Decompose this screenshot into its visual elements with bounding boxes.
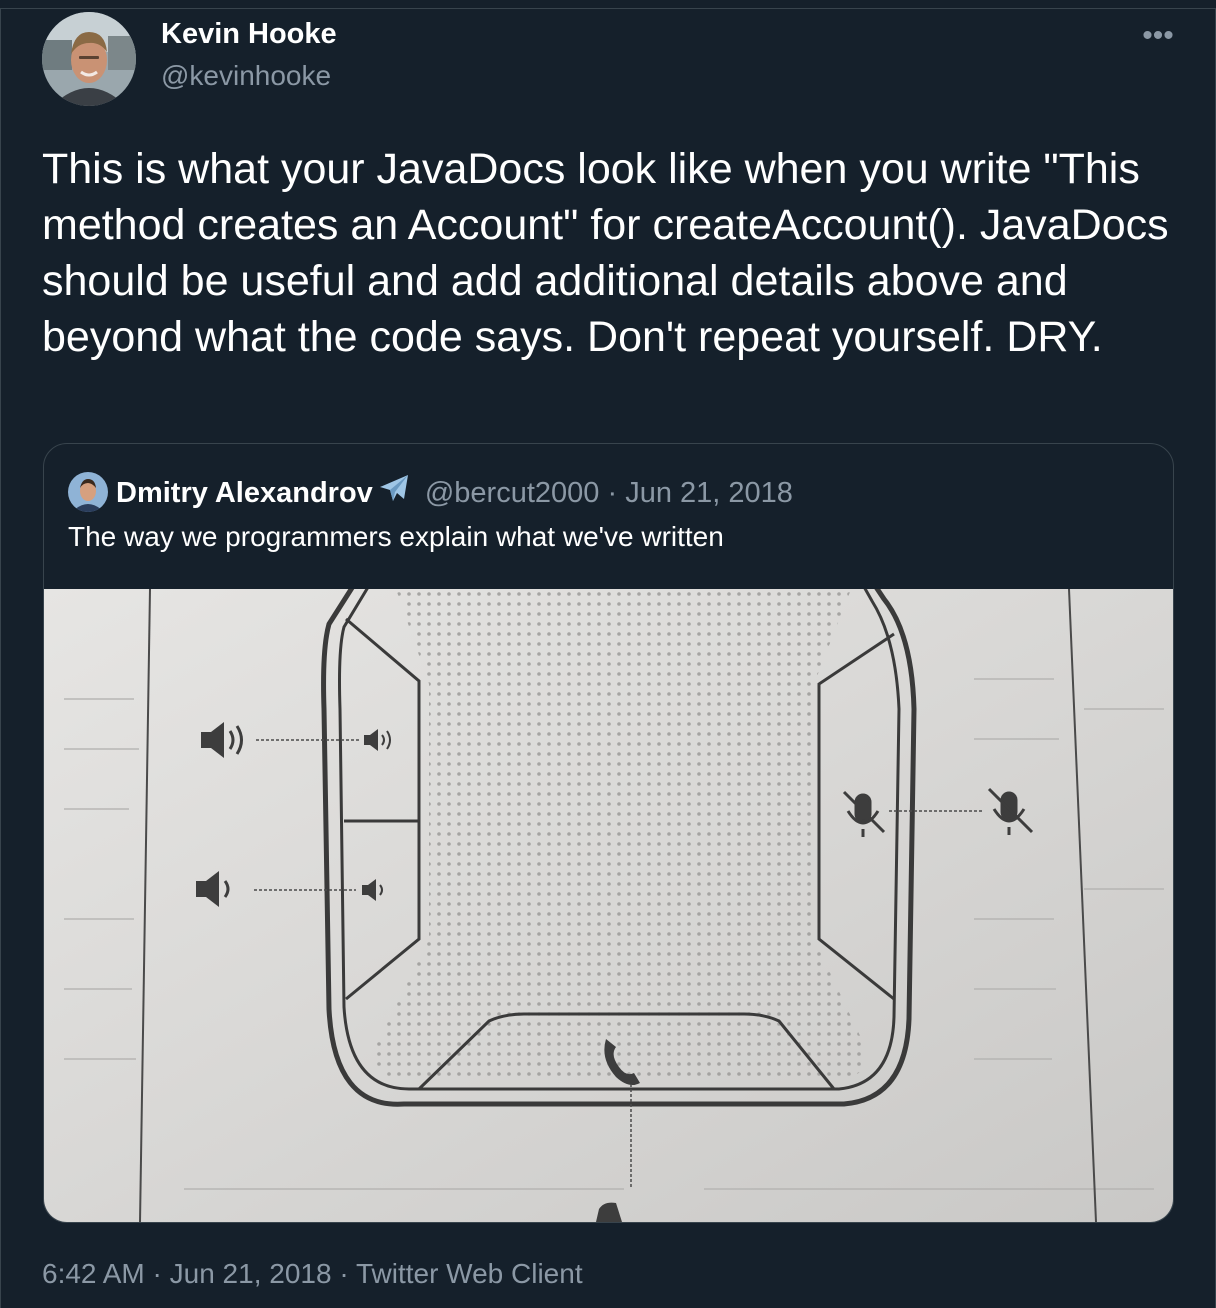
airplane-emoji-icon	[377, 472, 411, 517]
more-options-button[interactable]: •••	[1138, 19, 1178, 52]
meta-separator-1: ·	[152, 1258, 162, 1289]
meta-separator-2: ·	[339, 1258, 349, 1289]
quoted-author-photo	[68, 472, 108, 512]
quoted-tweet-card[interactable]: Dmitry Alexandrov @bercut2000 · Jun 21, …	[43, 443, 1174, 1223]
author-handle[interactable]: @kevinhooke	[161, 60, 331, 92]
frame-left-border	[0, 8, 1, 1308]
quoted-header: Dmitry Alexandrov @bercut2000 · Jun 21, …	[116, 472, 793, 512]
tweet-date[interactable]: Jun 21, 2018	[170, 1258, 332, 1289]
quoted-tweet-text: The way we programmers explain what we'v…	[68, 521, 724, 552]
quoted-separator: ·	[607, 477, 618, 510]
quoted-author-avatar	[68, 472, 108, 512]
speakerphone-diagram-photo	[44, 567, 1173, 1222]
tweet-client[interactable]: Twitter Web Client	[356, 1258, 583, 1289]
frame-top-border	[0, 8, 1216, 9]
author-avatar[interactable]	[42, 12, 136, 106]
quoted-photo[interactable]	[44, 567, 1173, 1222]
tweet-text: This is what your JavaDocs look like whe…	[42, 145, 1169, 361]
quoted-date[interactable]: Jun 21, 2018	[625, 477, 793, 509]
more-horizontal-icon: •••	[1142, 19, 1174, 52]
quoted-author-name[interactable]: Dmitry Alexandrov	[116, 477, 373, 509]
author-photo	[42, 12, 136, 106]
tweet-time[interactable]: 6:42 AM	[42, 1258, 145, 1289]
author-name[interactable]: Kevin Hooke	[161, 18, 337, 51]
tweet-meta: 6:42 AM · Jun 21, 2018 · Twitter Web Cli…	[42, 1258, 583, 1290]
quoted-author-handle[interactable]: @bercut2000	[425, 477, 600, 509]
